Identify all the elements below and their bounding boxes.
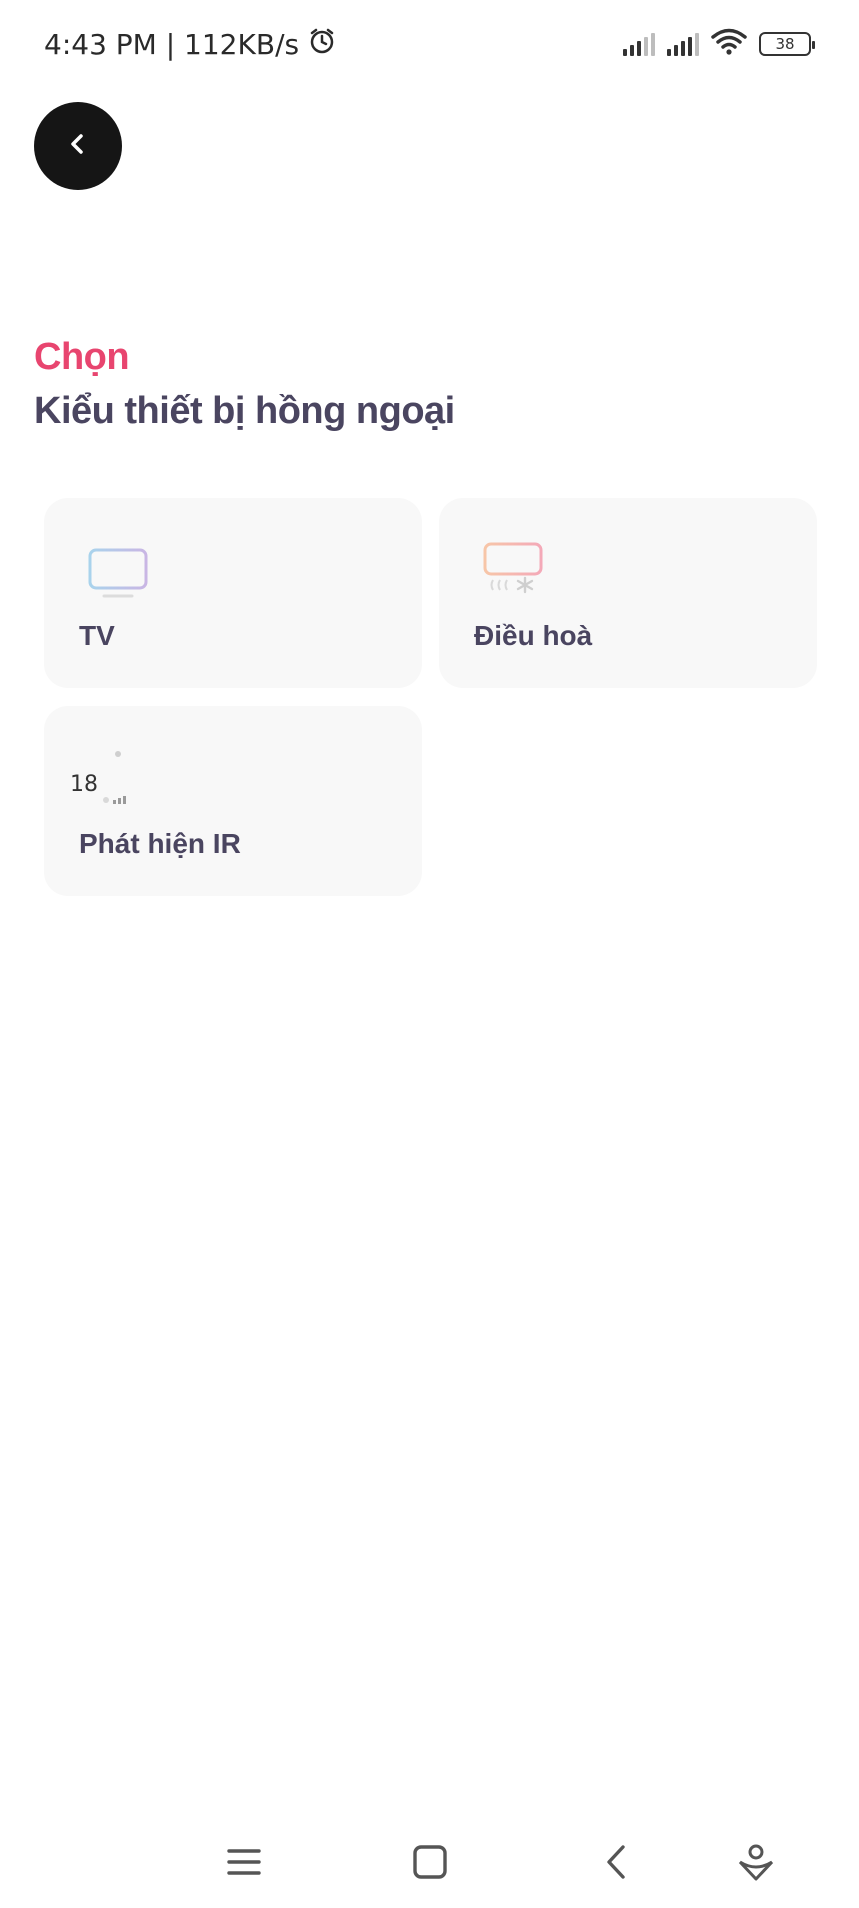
heading-accent: Chọn (34, 336, 130, 378)
alarm-icon (307, 26, 337, 63)
system-nav-bar (0, 1820, 859, 1900)
status-left: 4:43 PM | 112KB/s (44, 24, 337, 64)
ir-device-type-page: 4:43 PM | 112KB/s 38 Chọn Kiểu thiết bị … (0, 0, 859, 1908)
signal-icon (623, 32, 655, 56)
air-conditioner-icon (481, 540, 545, 600)
menu-button[interactable] (220, 1840, 268, 1888)
home-button[interactable] (406, 1840, 454, 1888)
tv-icon (86, 540, 150, 600)
chevron-left-icon (64, 130, 92, 163)
assistant-icon (736, 1842, 776, 1887)
device-label-ir-detect: Phát hiện IR (79, 828, 241, 859)
home-square-icon (412, 1844, 448, 1885)
battery-level: 38 (775, 35, 795, 53)
back-icon (601, 1844, 631, 1885)
device-label-air-conditioner: Điều hoà (474, 620, 593, 651)
assistant-button[interactable] (732, 1840, 780, 1888)
system-back-button[interactable] (592, 1840, 640, 1888)
battery-icon: 38 (759, 32, 815, 56)
menu-icon (226, 1846, 262, 1883)
back-button[interactable] (34, 102, 122, 190)
status-time-speed: 4:43 PM | 112KB/s (44, 27, 300, 61)
page-title: Kiểu thiết bị hồng ngoại (34, 390, 455, 432)
status-right: 38 (623, 24, 815, 64)
device-card-air-conditioner[interactable]: Điều hoà (439, 498, 817, 688)
device-card-ir-detect[interactable]: Phát hiện IR (44, 706, 422, 896)
device-label-tv: TV (79, 620, 115, 651)
device-card-tv[interactable]: TV (44, 498, 422, 688)
status-bar: 4:43 PM | 112KB/s 38 (0, 0, 859, 88)
wifi-icon (711, 28, 747, 61)
ir-detect-display-value: 18 (70, 772, 98, 797)
signal-icon (667, 32, 699, 56)
